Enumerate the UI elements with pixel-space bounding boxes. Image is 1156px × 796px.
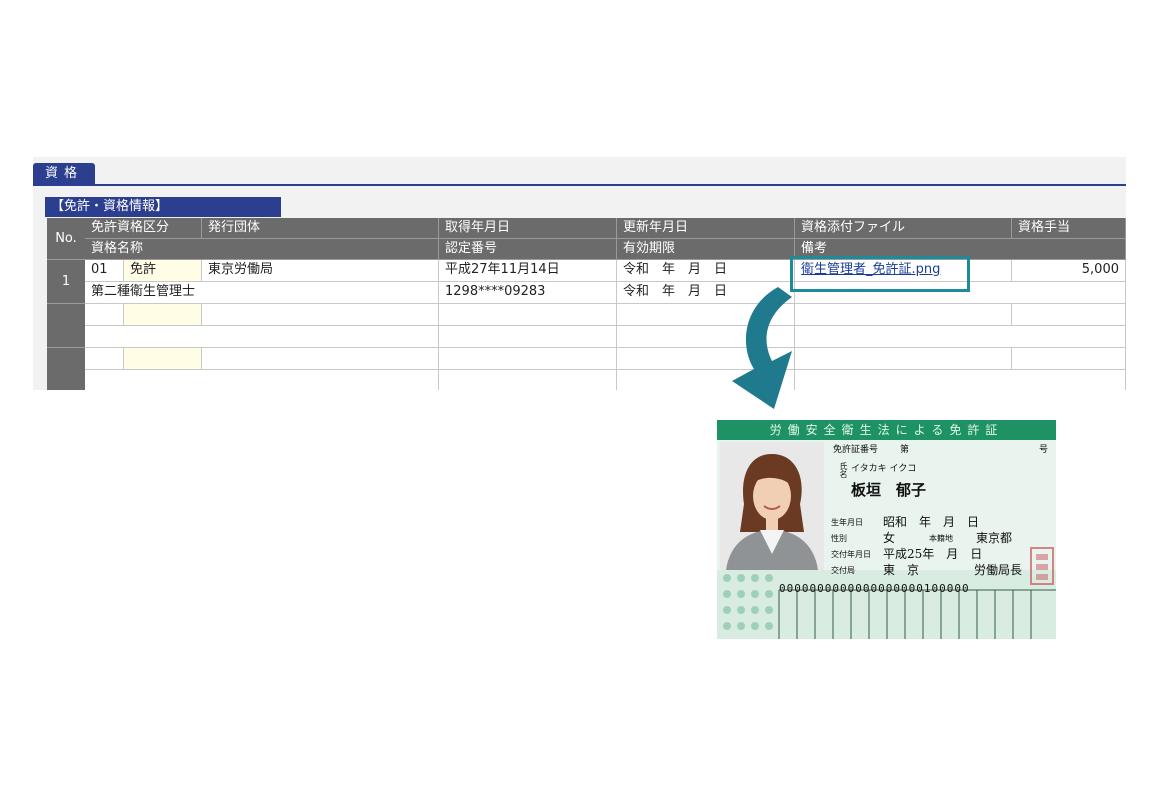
license-digits: 0000000000000000000100000 — [779, 582, 970, 595]
issuer-label: 交付局 — [831, 566, 855, 575]
card-holder-name: 板垣 郁子 — [851, 481, 927, 499]
section-title: 【免許・資格情報】 — [45, 197, 281, 217]
license-number-prefix: 第 — [900, 445, 910, 455]
qualification-name-field[interactable]: 第二種衛生管理士 — [85, 282, 439, 304]
empty-cell[interactable] — [85, 304, 124, 326]
issue-date-value: 平成25年 月 日 — [883, 547, 983, 561]
empty-cell[interactable] — [795, 304, 1012, 326]
qualification-table: No. 免許資格区分 発行団体 取得年月日 更新年月日 資格添付ファイル 資格手… — [47, 218, 1126, 390]
name-label: 氏名 — [839, 462, 848, 478]
card-background-pattern — [717, 570, 1056, 639]
license-card-image: 労働安全衛生法による免許証 免許証番号 第 号 氏名 イタカキ イクコ 板垣 郁… — [717, 420, 1056, 639]
empty-cell[interactable] — [124, 348, 202, 370]
empty-cell[interactable] — [85, 326, 439, 348]
empty-cell[interactable] — [124, 304, 202, 326]
empty-cell[interactable] — [439, 370, 617, 390]
curved-arrow-icon — [732, 287, 792, 409]
issuer-place: 東 京 — [883, 563, 920, 577]
column-header-allowance: 資格手当 — [1012, 218, 1126, 239]
empty-cell[interactable] — [202, 304, 439, 326]
birth-date-label: 生年月日 — [831, 518, 863, 527]
column-header-qualification-name: 資格名称 — [85, 239, 439, 260]
attachment-highlight — [790, 256, 970, 292]
domicile-label: 本籍地 — [929, 534, 953, 543]
column-header-no: No. — [47, 218, 85, 260]
empty-cell[interactable] — [795, 370, 1126, 390]
empty-cell[interactable] — [439, 326, 617, 348]
column-header-expiry: 有効期限 — [617, 239, 795, 260]
card-title: 労働安全衛生法による免許証 — [717, 420, 1056, 440]
column-header-issuer: 発行団体 — [202, 218, 439, 239]
acquired-date-field[interactable]: 平成27年11月14日 — [439, 260, 617, 282]
allowance-field[interactable]: 5,000 — [1012, 260, 1126, 282]
row-number: 1 — [47, 260, 85, 304]
portrait-photo — [720, 442, 824, 570]
empty-cell[interactable] — [1012, 348, 1126, 370]
furigana: イタカキ イクコ — [851, 464, 917, 474]
tab-bar: 資格 — [33, 157, 1126, 186]
cert-number-field[interactable]: 1298****09283 — [439, 282, 617, 304]
license-type-field[interactable]: 免許 — [124, 260, 202, 282]
sex-label: 性別 — [831, 534, 847, 543]
birth-date-value: 昭和 年 月 日 — [883, 515, 980, 529]
tab-qualification[interactable]: 資格 — [33, 163, 95, 184]
empty-cell[interactable] — [85, 348, 124, 370]
sex-value: 女 — [883, 531, 896, 545]
row-number-empty — [47, 304, 85, 348]
license-number-label: 免許証番号 — [833, 445, 879, 455]
column-header-renewal-date: 更新年月日 — [617, 218, 795, 239]
license-code-field[interactable]: 01 — [85, 260, 124, 282]
column-header-cert-number: 認定番号 — [439, 239, 617, 260]
issuer-value: 労働局長 — [974, 563, 1023, 577]
empty-cell[interactable] — [439, 348, 617, 370]
empty-cell[interactable] — [795, 348, 1012, 370]
empty-cell[interactable] — [795, 326, 1126, 348]
license-number-suffix: 号 — [1039, 445, 1049, 455]
column-header-attachment: 資格添付ファイル — [795, 218, 1012, 239]
issuer-field[interactable]: 東京労働局 — [202, 260, 439, 282]
empty-cell[interactable] — [202, 348, 439, 370]
column-header-license-type: 免許資格区分 — [85, 218, 202, 239]
domicile-value: 東京都 — [976, 531, 1013, 545]
empty-cell[interactable] — [439, 304, 617, 326]
renewal-date-field[interactable]: 令和 年 月 日 — [617, 260, 795, 282]
empty-cell[interactable] — [85, 370, 439, 390]
issue-date-label: 交付年月日 — [831, 550, 871, 559]
row-number-empty — [47, 348, 85, 390]
empty-cell[interactable] — [1012, 304, 1126, 326]
column-header-acquired-date: 取得年月日 — [439, 218, 617, 239]
seal-stamp — [1030, 547, 1054, 585]
